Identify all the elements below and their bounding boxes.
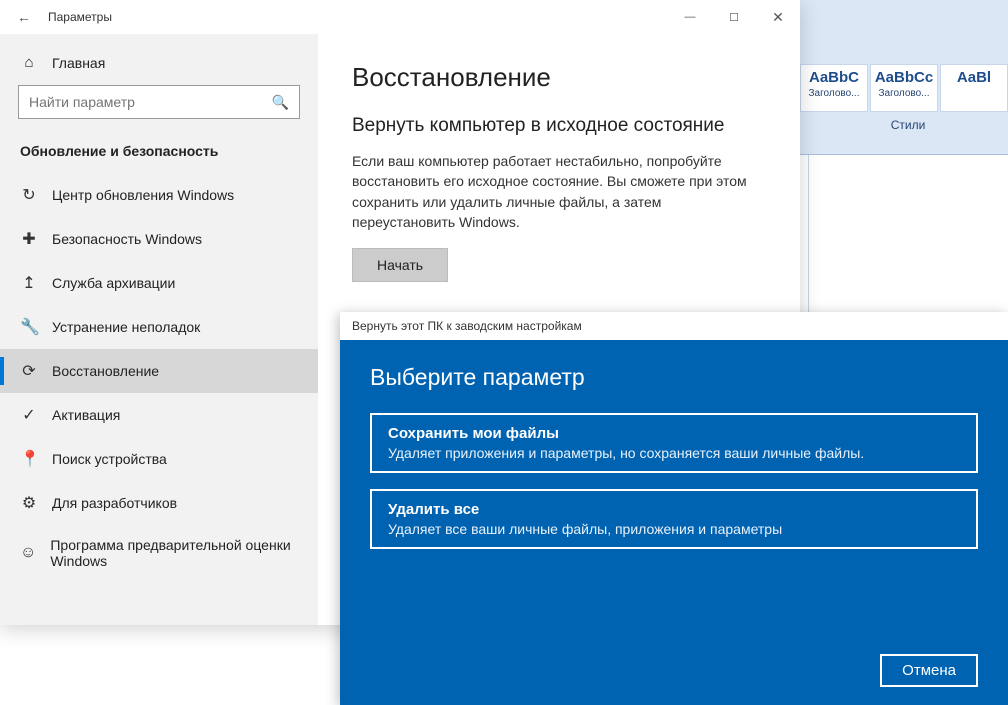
check-icon: ✓ [20,405,38,425]
styles-group-label: Стили [808,118,1008,132]
sidebar-item-label: Поиск устройства [52,451,167,467]
sidebar-item-insider[interactable]: ☺ Программа предварительной оценки Windo… [0,525,318,581]
window-title: Параметры [40,10,668,24]
sidebar-item-label: Служба архивации [52,275,175,291]
style-box[interactable]: AaBbCЗаголово... [800,64,868,112]
search-icon: 🔍 [272,94,289,111]
window-controls: — ☐ ✕ [668,0,800,34]
sidebar-item-security[interactable]: ✚ Безопасность Windows [0,217,318,261]
option-keep-files[interactable]: Сохранить мои файлы Удаляет приложения и… [370,413,978,473]
sidebar-item-label: Программа предварительной оценки Windows [50,537,298,569]
home-icon: ⌂ [20,54,38,71]
backup-icon: ↥ [20,273,38,293]
wrench-icon: 🔧 [20,317,38,337]
sidebar-item-find-device[interactable]: 📍 Поиск устройства [0,437,318,481]
section-heading: Вернуть компьютер в исходное состояние [352,115,766,137]
sidebar-item-label: Для разработчиков [52,495,177,511]
sidebar-item-recovery[interactable]: ⟳ Восстановление [0,349,318,393]
sidebar-item-label: Восстановление [52,363,159,379]
option-description: Удаляет все ваши личные файлы, приложени… [388,521,960,537]
reset-dialog: Вернуть этот ПК к заводским настройкам В… [340,312,1008,705]
search-input[interactable] [29,94,272,110]
recovery-icon: ⟳ [20,361,38,381]
maximize-button[interactable]: ☐ [712,0,756,34]
option-title: Сохранить мои файлы [388,425,960,442]
sidebar-home-label: Главная [52,55,105,71]
option-title: Удалить все [388,501,960,518]
sidebar-item-activation[interactable]: ✓ Активация [0,393,318,437]
minimize-button[interactable]: — [668,0,712,34]
code-icon: ⚙ [20,493,38,513]
style-box[interactable]: AaBl [940,64,1008,112]
sidebar-item-label: Активация [52,407,120,423]
refresh-icon: ↻ [20,185,38,205]
option-remove-everything[interactable]: Удалить все Удаляет все ваши личные файл… [370,489,978,549]
sidebar-home[interactable]: ⌂ Главная [0,46,318,85]
sidebar-item-label: Безопасность Windows [52,231,202,247]
start-button[interactable]: Начать [352,248,448,282]
dialog-heading: Выберите параметр [370,364,978,391]
sidebar-item-label: Устранение неполадок [52,319,200,335]
sidebar-item-troubleshoot[interactable]: 🔧 Устранение неполадок [0,305,318,349]
option-description: Удаляет приложения и параметры, но сохра… [388,445,960,461]
dialog-body: Выберите параметр Сохранить мои файлы Уд… [340,340,1008,705]
shield-icon: ✚ [20,229,38,249]
sidebar-item-backup[interactable]: ↥ Служба архивации [0,261,318,305]
page-title: Восстановление [352,62,766,93]
insider-icon: ☺ [20,544,36,562]
back-button[interactable]: ← [8,9,40,25]
settings-titlebar: ← Параметры — ☐ ✕ [0,0,800,34]
cancel-button[interactable]: Отмена [880,654,978,687]
search-box[interactable]: 🔍 [18,85,300,119]
sidebar-item-windows-update[interactable]: ↻ Центр обновления Windows [0,173,318,217]
location-icon: 📍 [20,449,38,469]
style-box[interactable]: AaBbCcЗаголово... [870,64,938,112]
sidebar-category: Обновление и безопасность [0,137,318,173]
dialog-titlebar: Вернуть этот ПК к заводским настройкам [340,312,1008,340]
sidebar-item-developers[interactable]: ⚙ Для разработчиков [0,481,318,525]
settings-sidebar: ⌂ Главная 🔍 Обновление и безопасность ↻ … [0,34,318,625]
close-button[interactable]: ✕ [756,0,800,34]
sidebar-item-label: Центр обновления Windows [52,187,234,203]
section-description: Если ваш компьютер работает нестабильно,… [352,151,766,232]
